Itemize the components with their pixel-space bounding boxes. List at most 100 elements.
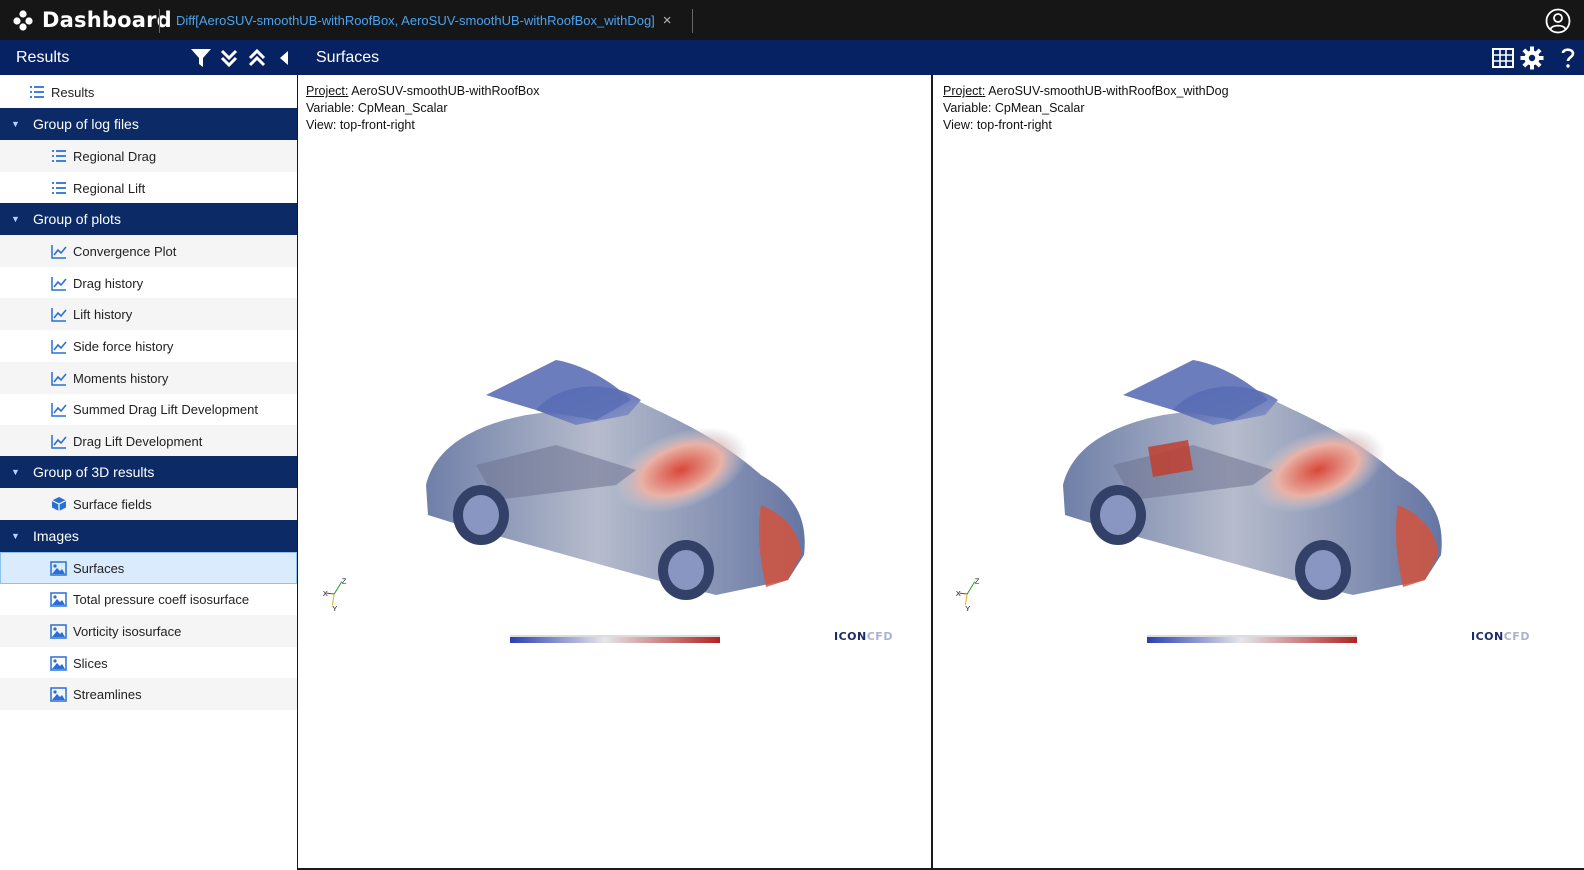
page-title: Surfaces [316,49,380,66]
sidebar-item-vorticity[interactable]: Vorticity isosurface [0,615,297,647]
axis-z-label: Z [342,577,347,586]
grid-icon[interactable] [1491,46,1515,70]
line-chart-icon [50,401,67,418]
list-icon [50,148,67,165]
app-brand[interactable]: Dashboard [12,0,172,40]
image-panel-right: Project: AeroSUV-smoothUB-withRoofBox_wi… [935,75,1584,870]
group-label: Group of log files [33,116,139,132]
double-chevron-up-icon[interactable] [245,46,269,70]
car-render-image [1063,360,1442,600]
filter-icon[interactable] [189,46,213,70]
sidebar-item-label: Lift history [73,306,133,322]
tab-close-icon[interactable]: × [663,12,672,29]
color-bar-legend [510,635,720,643]
image-icon [50,686,67,703]
line-chart-icon [50,306,67,323]
sidebar-item-lift-history[interactable]: Lift history [0,298,297,330]
image-panel-left: Project: AeroSUV-smoothUB-withRoofBox Va… [298,75,933,870]
question-icon[interactable] [1556,46,1580,70]
sidebar-item-regional-drag[interactable]: Regional Drag [0,140,297,172]
variable-label: Variable: CpMean_Scalar [306,101,448,115]
caret-down-icon[interactable]: ▼ [11,214,25,224]
group-label: Group of 3D results [33,464,155,480]
axes-triad-icon: Z X Y [323,577,347,614]
group-plots[interactable]: ▼ Group of plots [0,203,297,235]
sidebar-item-label: Surface fields [73,496,152,512]
sidebar-item-moments-history[interactable]: Moments history [0,362,297,394]
sidebar: Results ▼ Group of log files Regional Dr… [0,75,298,870]
sidebar-item-streamlines[interactable]: Streamlines [0,678,297,710]
sidebar-item-convergence-plot[interactable]: Convergence Plot [0,235,297,267]
sidebar-item-label: Results [51,84,95,100]
group-log-files[interactable]: ▼ Group of log files [0,108,297,140]
variable-label: Variable: CpMean_Scalar [943,101,1085,115]
sidebar-item-results[interactable]: Results [0,76,297,108]
sidebar-item-drag-history[interactable]: Drag history [0,267,297,299]
group-3d-results[interactable]: ▼ Group of 3D results [0,456,297,488]
project-name: AeroSUV-smoothUB-withRoofBox [351,84,540,98]
image-metadata: Project: AeroSUV-smoothUB-withRoofBox Va… [306,83,539,134]
logo-text: ICON [1471,630,1504,643]
sidebar-item-slices[interactable]: Slices [0,647,297,679]
axis-x-label: X [323,589,328,598]
sidebar-item-surfaces[interactable]: Surfaces [0,552,297,584]
sidebar-item-surface-fields[interactable]: Surface fields [0,488,297,520]
app-title: Dashboard [42,8,172,32]
view-label: View: top-front-right [306,118,415,132]
sidebar-item-label: Regional Lift [73,180,146,196]
caret-down-icon[interactable]: ▼ [11,531,25,541]
divider [159,9,160,33]
car-render-image [426,360,805,600]
project-name: AeroSUV-smoothUB-withRoofBox_withDog [988,84,1229,98]
image-icon [50,623,67,640]
line-chart-icon [50,275,67,292]
sidebar-item-label: Convergence Plot [73,243,177,259]
sidebar-item-label: Total pressure coeff isosurface [73,591,250,607]
sidebar-item-label: Regional Drag [73,148,157,164]
app-logo-icon [13,10,33,31]
caret-down-icon[interactable]: ▼ [11,467,25,477]
caret-left-icon[interactable] [272,46,296,70]
color-bar-legend [1147,635,1357,643]
group-images[interactable]: ▼ Images [0,520,297,552]
sidebar-item-label: Drag Lift Development [73,433,203,449]
image-icon [50,560,67,577]
sidebar-item-label: Vorticity isosurface [73,623,182,639]
sidebar-item-label: Streamlines [73,686,142,702]
axes-triad-icon: Z X Y [956,577,980,614]
double-chevron-down-icon[interactable] [217,46,241,70]
header-bar: Results Surfaces [0,40,1584,75]
sidebar-item-summed-drag-lift[interactable]: Summed Drag Lift Development [0,393,297,425]
sidebar-item-label: Surfaces [73,560,125,576]
group-label: Group of plots [33,211,121,227]
project-key: Project: [306,84,349,98]
sidebar-item-label: Slices [73,655,108,671]
divider [692,9,693,33]
list-icon [50,180,67,197]
logo-text: ICON [834,630,867,643]
caret-down-icon[interactable]: ▼ [11,119,25,129]
sidebar-item-label: Drag history [73,275,144,291]
icon-cfd-logo: ICONCFD [1471,630,1530,643]
logo-suffix: CFD [866,630,893,643]
image-icon [50,655,67,672]
sidebar-item-label: Side force history [73,338,174,354]
axis-x-label: X [956,589,961,598]
sidebar-title: Results [16,49,70,66]
logo-suffix: CFD [1503,630,1530,643]
sidebar-item-label: Summed Drag Lift Development [73,401,258,417]
gear-icon[interactable] [1520,46,1544,70]
axis-y-label: Y [332,604,337,613]
sidebar-item-total-pressure[interactable]: Total pressure coeff isosurface [0,583,297,615]
sidebar-item-drag-lift-development[interactable]: Drag Lift Development [0,425,297,457]
axis-z-label: Z [975,577,980,586]
line-chart-icon [50,433,67,450]
view-label: View: top-front-right [943,118,1052,132]
sidebar-item-regional-lift[interactable]: Regional Lift [0,172,297,204]
sidebar-item-side-force-history[interactable]: Side force history [0,330,297,362]
axis-y-label: Y [965,604,970,613]
tab-label[interactable]: Diff[AeroSUV-smoothUB-withRoofBox, AeroS… [176,13,655,28]
user-circle-icon[interactable] [1545,8,1571,34]
project-key: Project: [943,84,986,98]
tab-diff[interactable]: Diff[AeroSUV-smoothUB-withRoofBox, AeroS… [176,0,672,40]
